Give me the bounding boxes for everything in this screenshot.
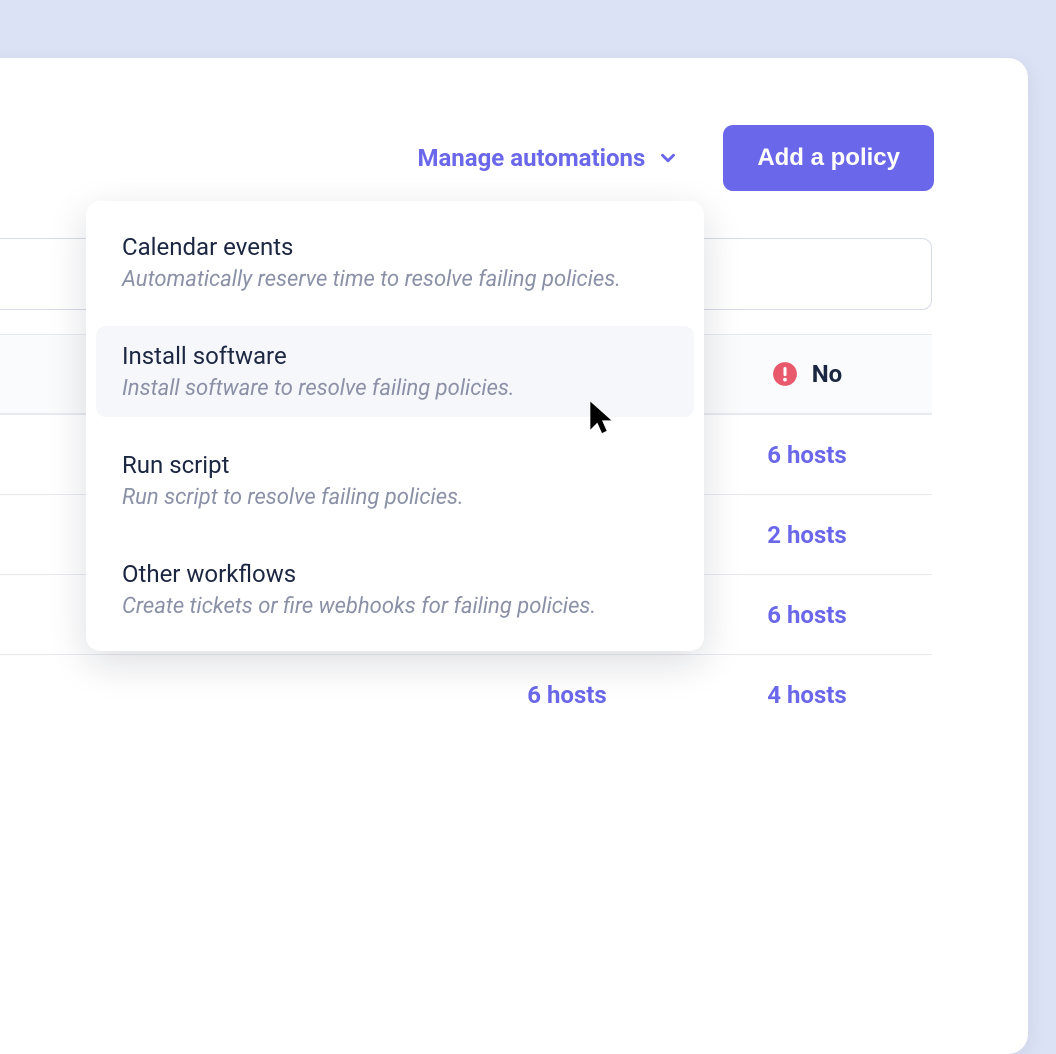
menu-item-run-script[interactable]: Run script Run script to resolve failing… [96, 435, 694, 526]
alert-icon [772, 361, 798, 387]
menu-item-calendar-events[interactable]: Calendar events Automatically reserve ti… [96, 217, 694, 308]
no-header-label: No [812, 360, 842, 388]
manage-automations-label: Manage automations [417, 144, 645, 172]
hosts-link[interactable]: 6 hosts [527, 681, 607, 709]
hosts-link[interactable]: 6 hosts [767, 441, 847, 469]
manage-automations-dropdown[interactable]: Manage automations [417, 144, 679, 172]
menu-item-subtitle: Create tickets or fire webhooks for fail… [122, 594, 668, 619]
hosts-link[interactable]: 6 hosts [767, 601, 847, 629]
menu-item-subtitle: Automatically reserve time to resolve fa… [122, 267, 668, 292]
manage-automations-menu: Calendar events Automatically reserve ti… [86, 201, 704, 651]
hosts-link[interactable]: 4 hosts [767, 681, 847, 709]
no-column-header: No [682, 360, 932, 388]
menu-item-title: Run script [122, 451, 668, 479]
menu-item-title: Install software [122, 342, 668, 370]
menu-item-subtitle: Install software to resolve failing poli… [122, 376, 668, 401]
menu-item-install-software[interactable]: Install software Install software to res… [96, 326, 694, 417]
add-policy-button[interactable]: Add a policy [723, 125, 934, 191]
menu-item-title: Calendar events [122, 233, 668, 261]
header-row: Manage automations Add a policy [0, 125, 1028, 191]
menu-item-other-workflows[interactable]: Other workflows Create tickets or fire w… [96, 544, 694, 635]
chevron-down-icon [657, 147, 679, 169]
table-row: 6 hosts 4 hosts [0, 654, 932, 734]
page-background: Manage automations Add a policy [0, 0, 1056, 754]
hosts-link[interactable]: 2 hosts [767, 521, 847, 549]
menu-item-title: Other workflows [122, 560, 668, 588]
menu-item-subtitle: Run script to resolve failing policies. [122, 485, 668, 510]
